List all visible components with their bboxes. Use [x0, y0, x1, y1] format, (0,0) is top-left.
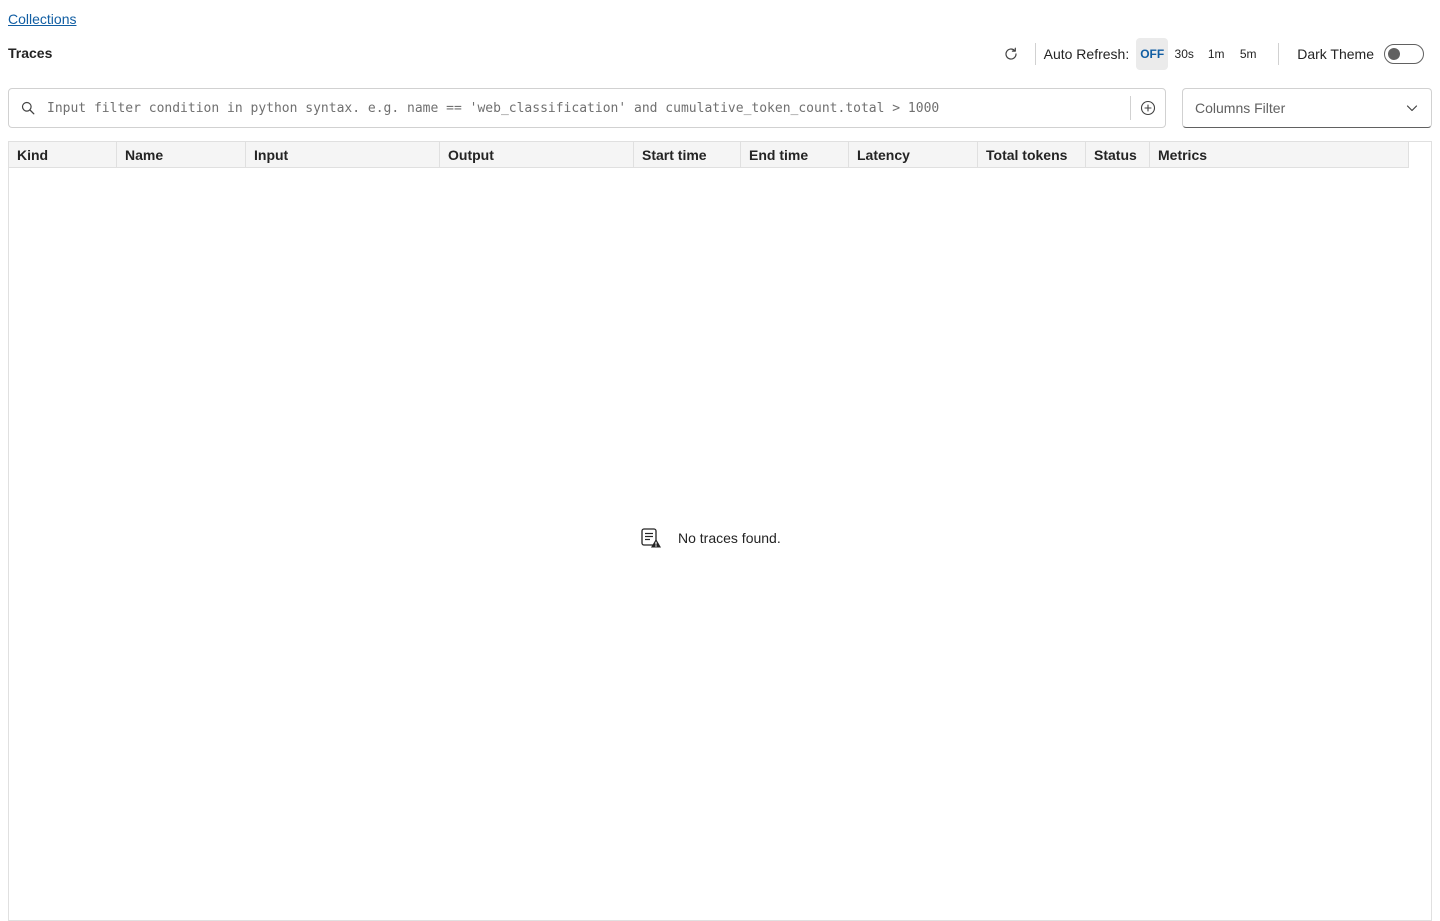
column-header-output[interactable]: Output	[440, 142, 634, 167]
column-header-latency[interactable]: Latency	[849, 142, 978, 167]
column-header-kind[interactable]: Kind	[9, 142, 117, 167]
column-header-end-time[interactable]: End time	[741, 142, 849, 167]
column-header-metrics[interactable]: Metrics	[1150, 142, 1409, 167]
toolbar: Auto Refresh: OFF 30s 1m 5m Dark Theme	[995, 38, 1424, 70]
column-header-name[interactable]: Name	[117, 142, 246, 167]
toggle-knob	[1388, 48, 1400, 60]
dark-theme-toggle[interactable]	[1384, 44, 1424, 64]
interval-30s-button[interactable]: 30s	[1168, 38, 1200, 70]
filter-search-box	[8, 88, 1166, 128]
traces-table: Kind Name Input Output Start time End ti…	[8, 141, 1432, 921]
columns-filter-dropdown[interactable]: Columns Filter	[1182, 88, 1432, 128]
breadcrumb-collections-link[interactable]: Collections	[8, 11, 76, 27]
toolbar-divider	[1278, 43, 1280, 65]
auto-refresh-label: Auto Refresh:	[1043, 46, 1130, 62]
refresh-icon	[1005, 47, 1017, 60]
column-header-input[interactable]: Input	[246, 142, 440, 167]
toolbar-divider	[1034, 43, 1036, 65]
page-title: Traces	[8, 45, 53, 61]
dark-theme-label: Dark Theme	[1297, 46, 1374, 62]
document-warning-icon	[641, 528, 661, 548]
empty-state-message: No traces found.	[678, 530, 781, 546]
search-icon	[21, 101, 35, 115]
column-header-total-tokens[interactable]: Total tokens	[978, 142, 1086, 167]
interval-1m-button[interactable]: 1m	[1200, 38, 1232, 70]
columns-filter-label: Columns Filter	[1195, 100, 1286, 116]
table-header-row: Kind Name Input Output Start time End ti…	[9, 142, 1409, 168]
empty-state: No traces found.	[640, 527, 781, 549]
search-icon-wrapper	[9, 101, 47, 115]
interval-off-button[interactable]: OFF	[1136, 38, 1169, 70]
add-circle-icon	[1140, 100, 1156, 116]
interval-5m-button[interactable]: 5m	[1232, 38, 1264, 70]
refresh-button[interactable]	[995, 38, 1027, 70]
chevron-down-icon	[1406, 105, 1418, 112]
add-filter-button[interactable]	[1131, 89, 1165, 127]
filter-input[interactable]	[47, 89, 1130, 127]
column-header-start-time[interactable]: Start time	[634, 142, 741, 167]
column-header-status[interactable]: Status	[1086, 142, 1150, 167]
